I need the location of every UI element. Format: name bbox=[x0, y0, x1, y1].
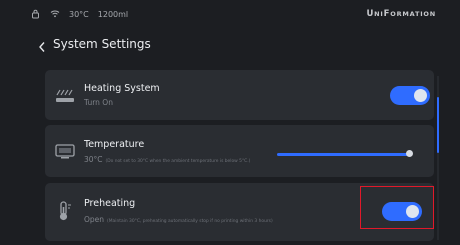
page-header: System Settings bbox=[38, 37, 151, 52]
setting-title: Temperature bbox=[84, 139, 145, 150]
setting-temperature: Temperature 30°C (Do not set to 30°C when… bbox=[45, 125, 434, 177]
toggle-knob bbox=[414, 89, 427, 102]
heating-toggle[interactable] bbox=[390, 86, 430, 105]
scrollbar[interactable] bbox=[437, 76, 439, 240]
temperature-note: (Do not set to 30°C when the ambient tem… bbox=[105, 159, 251, 164]
thermometer-icon bbox=[54, 200, 76, 222]
preheating-status: Open bbox=[84, 215, 105, 224]
screen: 30°C 1200ml UNIFORMATION System Settings… bbox=[0, 0, 460, 245]
temperature-slider[interactable] bbox=[277, 150, 413, 159]
setting-subtitle: Open (Maintain 30°C, preheating automatic… bbox=[84, 215, 273, 224]
preheating-note: (Maintain 30°C, preheating automatically… bbox=[107, 219, 273, 224]
back-chevron-icon[interactable] bbox=[38, 38, 46, 52]
setting-title: Preheating bbox=[84, 198, 136, 209]
scrollbar-thumb[interactable] bbox=[437, 97, 439, 153]
slider-fill bbox=[277, 153, 409, 156]
lock-icon bbox=[31, 9, 41, 19]
status-volume: 1200ml bbox=[97, 9, 129, 19]
monitor-icon bbox=[54, 140, 76, 162]
status-left: 30°C 1200ml bbox=[31, 9, 128, 19]
wifi-icon bbox=[50, 9, 60, 19]
status-temperature: 30°C bbox=[69, 9, 89, 19]
brand-logo: UNIFORMATION bbox=[366, 9, 436, 19]
slider-thumb[interactable] bbox=[406, 150, 413, 157]
temperature-value: 30°C bbox=[84, 155, 103, 164]
page-title: System Settings bbox=[53, 37, 151, 51]
highlight-box bbox=[360, 186, 434, 229]
setting-subtitle: Turn On bbox=[84, 98, 113, 107]
setting-subtitle: 30°C (Do not set to 30°C when the ambient… bbox=[84, 155, 250, 164]
heater-icon bbox=[54, 84, 76, 106]
status-bar: 30°C 1200ml UNIFORMATION bbox=[0, 0, 460, 26]
setting-title: Heating System bbox=[84, 83, 160, 94]
setting-heating-system: Heating System Turn On bbox=[45, 70, 434, 120]
